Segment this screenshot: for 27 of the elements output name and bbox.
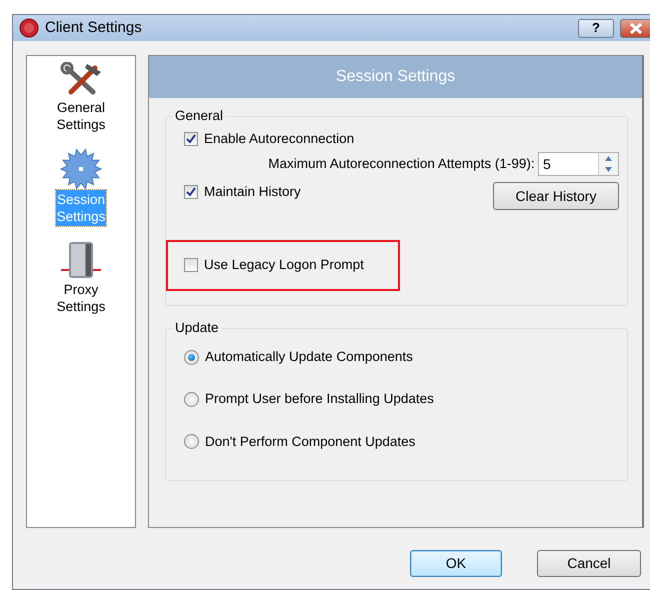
app-logo-icon [19, 18, 39, 38]
radio-label: Don't Perform Component Updates [205, 432, 416, 451]
sidebar-item[interactable]: General Settings [56, 98, 106, 134]
checkbox[interactable] [184, 132, 198, 146]
radio-label: Automatically Update Components [205, 348, 413, 366]
group-title: Update [172, 319, 222, 337]
close-icon[interactable] [620, 18, 650, 38]
checkbox[interactable] [184, 185, 198, 200]
window-title: Client Settings [45, 18, 142, 38]
radio-label: Prompt User before Installing Updates [205, 390, 434, 408]
checkbox-label: Enable Autoreconnection [204, 130, 354, 148]
ok-button[interactable]: OK [410, 550, 502, 577]
radio-button[interactable] [184, 434, 199, 450]
server-icon[interactable] [59, 240, 103, 280]
radio-button[interactable] [184, 350, 199, 365]
number-field[interactable]: 5 [538, 152, 598, 176]
clear-history-button[interactable]: Clear History [493, 182, 619, 210]
cancel-button[interactable]: Cancel [537, 550, 641, 577]
panel-title: Session Settings [149, 56, 642, 98]
gear-icon[interactable] [60, 148, 102, 190]
checkbox-label: Use Legacy Logon Prompt [204, 256, 364, 274]
help-button[interactable]: ? [578, 18, 614, 38]
checkbox-label: Maintain History [204, 183, 301, 202]
field-label: Maximum Autoreconnection Attempts (1-99): [268, 155, 535, 174]
checkbox[interactable] [184, 258, 198, 272]
sidebar-item[interactable]: Proxy Settings [56, 280, 106, 316]
radio-button[interactable] [184, 392, 199, 407]
